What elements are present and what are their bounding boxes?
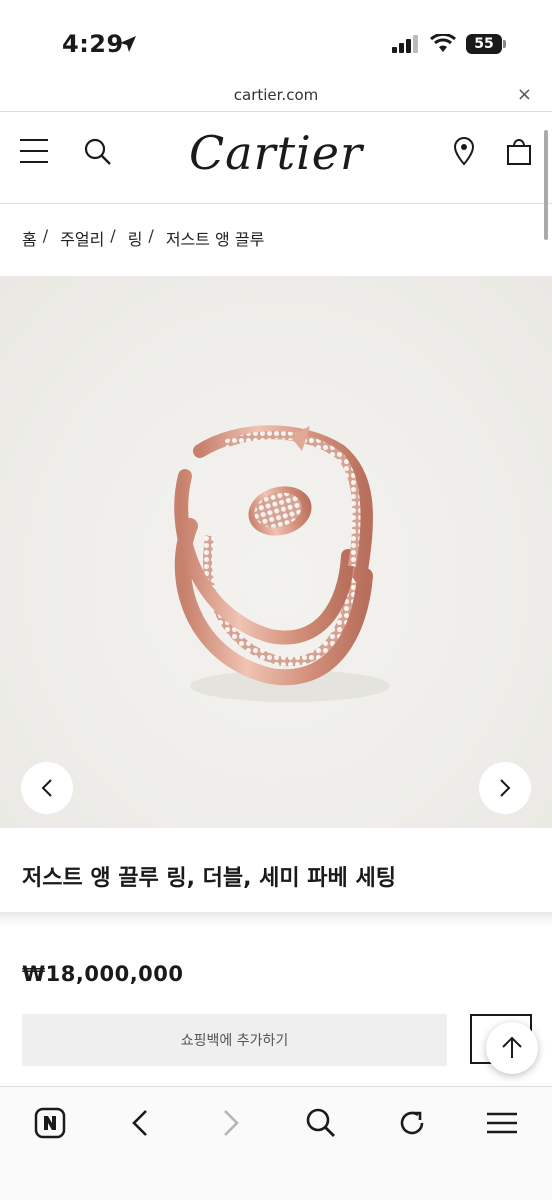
shopping-bag-icon[interactable] xyxy=(506,136,532,166)
reload-icon xyxy=(400,1111,424,1135)
previous-image-button[interactable] xyxy=(21,762,73,814)
search-icon xyxy=(306,1108,335,1137)
breadcrumb-separator: / xyxy=(42,226,49,245)
back-button[interactable] xyxy=(120,1103,160,1143)
forward-button[interactable] xyxy=(211,1103,251,1143)
status-time: 4:29 xyxy=(62,30,124,58)
breadcrumb-separator: / xyxy=(110,226,116,245)
url-bar[interactable]: cartier.com × xyxy=(0,78,552,112)
breadcrumb-rings[interactable]: 링 xyxy=(128,226,143,250)
scroll-to-top-button[interactable] xyxy=(486,1022,538,1074)
toolbar-search-button[interactable] xyxy=(301,1103,341,1143)
site-header: Cartier xyxy=(0,112,552,204)
battery-indicator: 55 xyxy=(466,34,506,54)
toolbar-menu-button[interactable] xyxy=(482,1103,522,1143)
browser-toolbar xyxy=(0,1086,552,1200)
chevron-left-icon xyxy=(41,779,52,797)
location-arrow-icon xyxy=(120,36,136,52)
wifi-icon xyxy=(430,34,456,52)
reload-button[interactable] xyxy=(392,1103,432,1143)
signal-icon xyxy=(392,35,418,53)
ring-image xyxy=(174,425,390,702)
close-icon[interactable]: × xyxy=(517,84,532,105)
scroll-indicator[interactable] xyxy=(544,130,548,240)
section-divider xyxy=(0,912,552,926)
breadcrumb-current[interactable]: 저스트 앵 끌루 xyxy=(166,226,265,250)
naver-icon xyxy=(34,1107,66,1139)
naver-home-button[interactable] xyxy=(30,1103,70,1143)
next-image-button[interactable] xyxy=(479,762,531,814)
chevron-right-icon xyxy=(500,779,511,797)
status-bar: 4:29 55 xyxy=(0,0,552,78)
breadcrumb: 홈 / 주얼리 / 링 / 저스트 앵 끌루 xyxy=(22,226,264,250)
product-image[interactable] xyxy=(0,276,552,828)
breadcrumb-separator: / xyxy=(148,226,154,245)
product-title: 저스트 앵 끌루 링, 더블, 세미 파베 세팅 xyxy=(22,866,396,891)
back-icon xyxy=(132,1110,147,1136)
location-pin-icon[interactable] xyxy=(452,136,476,166)
breadcrumb-jewelry[interactable]: 주얼리 xyxy=(60,226,104,250)
forward-icon xyxy=(224,1110,239,1136)
product-price: ₩18,000,000 xyxy=(22,962,184,986)
menu-icon xyxy=(487,1112,517,1134)
breadcrumb-home[interactable]: 홈 xyxy=(22,226,37,250)
arrow-up-icon xyxy=(502,1036,522,1058)
add-to-bag-button[interactable]: 쇼핑백에 추가하기 xyxy=(22,1014,447,1066)
url-text[interactable]: cartier.com xyxy=(0,86,552,104)
